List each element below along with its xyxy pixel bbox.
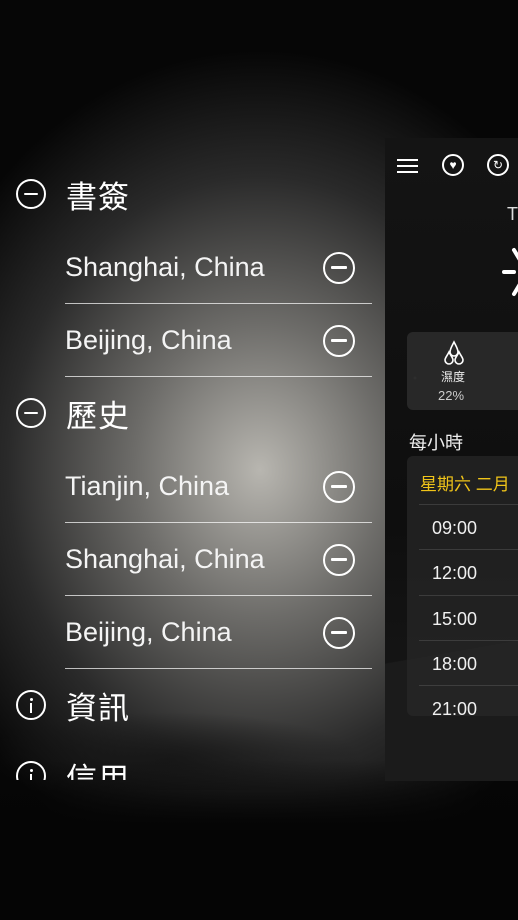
humidity-value: 22% xyxy=(438,388,465,403)
hour-time: 18:00 xyxy=(432,654,478,674)
hour-row: 21:00 xyxy=(419,685,518,716)
bookmark-item[interactable]: Shanghai, China xyxy=(65,232,372,304)
hour-time: 21:00 xyxy=(432,699,478,716)
hour-time: 15:00 xyxy=(432,609,478,629)
bookmark-item-label: Shanghai, China xyxy=(65,252,265,282)
history-item[interactable]: Shanghai, China xyxy=(65,524,372,596)
hour-time: 09:00 xyxy=(432,518,478,538)
section-bookmarks-label: 書簽 xyxy=(66,179,130,215)
refresh-icon[interactable]: ↻ xyxy=(487,154,509,176)
hamburger-icon[interactable] xyxy=(397,159,418,173)
section-info-label: 資訊 xyxy=(66,690,130,726)
section-bookmarks[interactable]: 書簽 xyxy=(16,174,130,215)
history-item-label: Tianjin, China xyxy=(65,471,230,501)
drops-icon xyxy=(444,340,464,365)
minus-circle-icon[interactable] xyxy=(16,179,46,209)
heart-icon[interactable]: ♥ xyxy=(442,154,464,176)
minus-circle-icon[interactable] xyxy=(323,543,355,576)
hourly-card[interactable]: 星期六 二月 09:00 12:00 15:00 18:00 21:00 xyxy=(407,456,518,716)
minus-circle-icon[interactable] xyxy=(323,470,355,503)
bookmark-item-label: Beijing, China xyxy=(65,325,232,355)
hour-row: 18:00 xyxy=(419,640,518,685)
side-menu: 書簽 Shanghai, China Beijing, China 歷史 Tia… xyxy=(0,0,385,780)
minus-circle-icon[interactable] xyxy=(323,251,355,284)
history-item[interactable]: Beijing, China xyxy=(65,597,372,669)
history-item-label: Shanghai, China xyxy=(65,544,265,574)
minus-circle-icon[interactable] xyxy=(16,398,46,428)
minus-circle-icon[interactable] xyxy=(323,616,355,649)
stats-card: 濕度 22% 10 xyxy=(407,332,518,410)
bookmark-item[interactable]: Beijing, China xyxy=(65,305,372,377)
info-icon[interactable] xyxy=(16,761,46,780)
day-label: 星期六 二月 xyxy=(420,475,510,494)
weather-panel[interactable]: ♥ ↻ T 濕度 22% 10 每小時 星期六 二月 09:00 12:00 1… xyxy=(385,138,518,781)
section-info[interactable]: 資訊 xyxy=(16,685,130,726)
city-title: T xyxy=(507,204,518,224)
section-partial[interactable]: 信用 xyxy=(16,756,130,780)
minus-circle-icon[interactable] xyxy=(323,324,355,357)
sun-icon xyxy=(502,248,518,296)
hour-row: 12:00 xyxy=(419,549,518,594)
hour-row: 09:00 xyxy=(419,504,518,549)
history-item-label: Beijing, China xyxy=(65,617,232,647)
info-icon[interactable] xyxy=(16,690,46,720)
hourly-title: 每小時 xyxy=(409,433,463,453)
humidity-label: 濕度 xyxy=(441,370,466,384)
section-history-label: 歷史 xyxy=(66,398,130,434)
hour-time: 12:00 xyxy=(432,563,478,583)
background-fade xyxy=(0,760,518,920)
section-history[interactable]: 歷史 xyxy=(16,393,130,434)
hour-row: 15:00 xyxy=(419,595,518,640)
section-partial-label: 信用 xyxy=(66,761,130,781)
history-item[interactable]: Tianjin, China xyxy=(65,451,372,523)
